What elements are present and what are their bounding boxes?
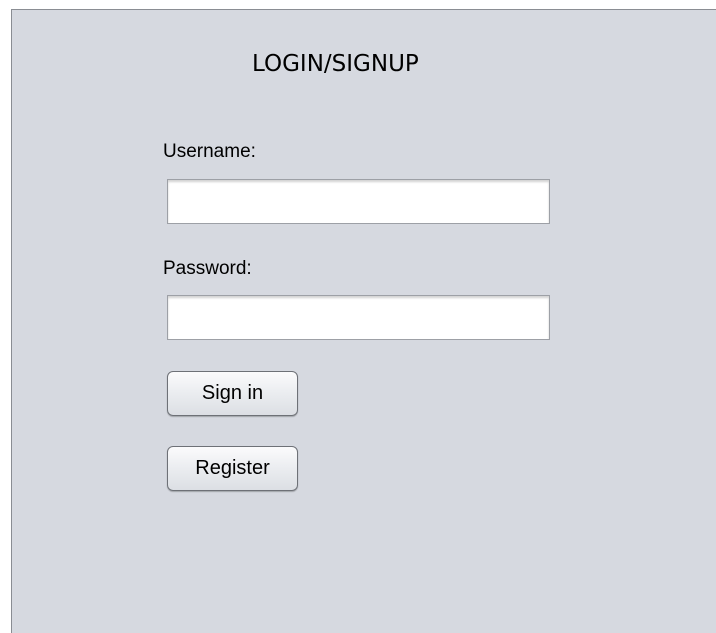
password-label: Password: [163, 258, 252, 279]
username-field[interactable] [167, 179, 550, 224]
password-field[interactable] [167, 295, 550, 340]
login-panel: LOGIN/SIGNUP Username: Password: Sign in… [11, 9, 716, 633]
register-button[interactable]: Register [167, 446, 298, 491]
username-label: Username: [163, 141, 256, 162]
page-title: LOGIN/SIGNUP [252, 51, 419, 77]
sign-in-button[interactable]: Sign in [167, 371, 298, 416]
window: LOGIN/SIGNUP Username: Password: Sign in… [0, 0, 716, 633]
